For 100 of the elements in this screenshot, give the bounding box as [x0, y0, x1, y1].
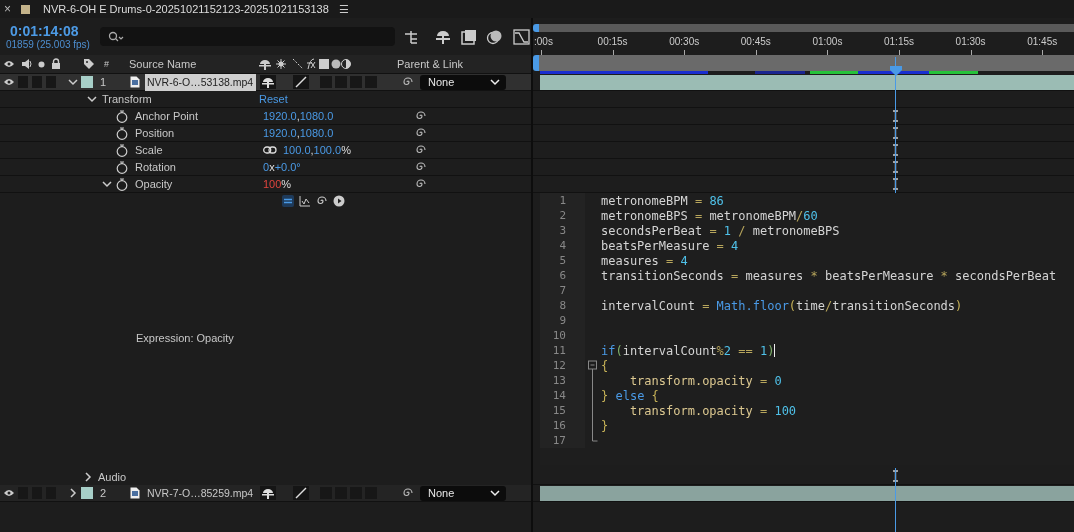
stopwatch-icon[interactable] — [116, 160, 128, 174]
source-name-column-header[interactable]: Source Name — [129, 58, 259, 70]
shy-switch-icon[interactable] — [260, 75, 276, 89]
timecode[interactable]: 0:01:14:08 — [10, 22, 96, 39]
tag-icon[interactable] — [83, 58, 95, 70]
search-field[interactable] — [100, 27, 395, 46]
ruler-label: 01:30s — [955, 36, 986, 47]
stopwatch-icon[interactable] — [116, 177, 128, 191]
code-line: transform.opacity = 100 — [628, 403, 797, 418]
lock-icon[interactable] — [51, 58, 61, 70]
pick-whip-icon[interactable] — [415, 127, 427, 139]
expression-label: Expression: Opacity — [136, 332, 234, 344]
graph-editor-icon[interactable] — [513, 28, 531, 45]
group-label: Transform — [102, 93, 153, 105]
pick-whip-icon[interactable] — [415, 144, 427, 156]
layer-track-bar[interactable] — [540, 74, 1074, 90]
label-color-swatch[interactable] — [81, 76, 93, 88]
search-icon — [108, 30, 124, 43]
label-color-swatch[interactable] — [81, 487, 93, 499]
pick-whip-icon[interactable] — [402, 487, 414, 499]
chain-link-icon[interactable] — [263, 146, 277, 154]
solo-icon[interactable] — [38, 60, 45, 68]
caret-icon[interactable] — [87, 94, 97, 104]
pick-whip-icon[interactable] — [415, 161, 427, 173]
film-icon[interactable] — [461, 28, 477, 45]
toggle-box[interactable] — [350, 76, 362, 88]
ruler-label: 01:00s — [812, 36, 843, 47]
line-number: 8 — [540, 298, 585, 313]
time-ruler[interactable]: :00s 00:15s 00:30s 00:45s 01:00s 01:15s 01:30s 01:45s — [533, 32, 1074, 55]
code-line: if(intervalCount%2 == 1) — [601, 343, 775, 358]
line-number: 13 — [540, 373, 585, 388]
playhead-handle-icon[interactable] — [890, 66, 902, 76]
code-line: beatsPerMeasure = 4 — [601, 238, 739, 253]
property-value[interactable]: 100.0,100.0% — [283, 144, 351, 156]
toggle-box[interactable] — [46, 76, 56, 88]
caret-icon[interactable] — [102, 179, 112, 189]
close-button[interactable]: × — [4, 2, 14, 16]
flowchart-icon[interactable] — [404, 29, 420, 44]
toggle-box[interactable] — [335, 76, 347, 88]
toggle-box[interactable] — [18, 76, 28, 88]
property-value[interactable]: 100% — [263, 178, 292, 190]
code-line: } — [601, 418, 609, 433]
pick-whip-icon[interactable] — [316, 194, 328, 207]
shy-icon[interactable] — [434, 29, 452, 44]
property-name: Opacity — [135, 178, 174, 190]
code-line: metronomeBPM = 86 — [601, 193, 724, 208]
toggle-box[interactable] — [32, 76, 42, 88]
pick-whip-icon[interactable] — [415, 110, 427, 122]
line-number: 2 — [540, 208, 585, 223]
ruler-label: :00s — [534, 36, 553, 47]
code-line: { — [601, 358, 609, 373]
fold-toggle-icon[interactable] — [587, 358, 598, 373]
shy-switch-icon[interactable] — [260, 486, 276, 500]
caret-icon[interactable] — [68, 77, 78, 87]
stopwatch-icon[interactable] — [116, 109, 128, 123]
panel-title[interactable]: NVR-6-OH E Drums-0-20251021152123-20251021153138 — [43, 3, 329, 15]
line-number: 7 — [540, 283, 585, 298]
code-line: transform.opacity = 0 — [628, 373, 782, 388]
toggle-box[interactable] — [365, 76, 377, 88]
parent-column-header[interactable]: Parent & Link — [397, 58, 464, 70]
motion-blur-icon[interactable] — [486, 28, 504, 45]
chevron-icon — [490, 489, 500, 497]
layer-track-bar[interactable] — [540, 485, 1074, 501]
caret-icon[interactable] — [68, 488, 78, 498]
parent-dropdown[interactable]: None — [420, 74, 506, 90]
quality-switch-icon[interactable] — [293, 486, 309, 500]
chevron-icon — [490, 78, 500, 86]
eye-icon[interactable] — [3, 77, 15, 87]
quality-switch-icon[interactable] — [293, 75, 309, 89]
menu-button[interactable]: ☰ — [338, 2, 349, 16]
property-value[interactable]: 0x+0.0° — [263, 161, 301, 173]
caret-icon[interactable] — [83, 471, 93, 482]
ruler-label: 00:30s — [669, 36, 700, 47]
line-number: 5 — [540, 253, 585, 268]
group-label: Audio — [98, 470, 128, 483]
layer-name[interactable]: NVR-7-O…85259.mp4 — [145, 484, 256, 502]
code-line: } else { — [601, 388, 659, 403]
ruler-label: 01:15s — [884, 36, 914, 47]
stopwatch-icon[interactable] — [116, 126, 128, 140]
number-column-header[interactable]: # — [104, 59, 129, 69]
reset-link[interactable]: Reset — [259, 93, 288, 105]
speaker-icon[interactable] — [21, 58, 32, 70]
code-line: secondsPerBeat = 1 / metronomeBPS — [601, 223, 840, 238]
play-icon[interactable] — [333, 194, 345, 207]
property-name: Scale — [135, 144, 164, 156]
pick-whip-icon[interactable] — [415, 178, 427, 190]
frame-info: 01859 (25.003 fps) — [6, 38, 91, 51]
property-value[interactable]: 1920.0,1080.0 — [263, 110, 334, 122]
toggle-box[interactable] — [320, 76, 332, 88]
enable-expression-icon[interactable] — [282, 194, 294, 207]
composition-icon — [21, 4, 30, 14]
property-value[interactable]: 1920.0,1080.0 — [263, 127, 334, 139]
eye-icon[interactable] — [3, 59, 15, 69]
eye-icon[interactable] — [3, 488, 15, 498]
pick-whip-icon[interactable] — [402, 76, 414, 88]
graph-icon[interactable] — [299, 194, 311, 207]
parent-dropdown[interactable]: None — [420, 485, 506, 501]
stopwatch-icon[interactable] — [116, 143, 128, 157]
line-number: 15 — [540, 403, 585, 418]
line-number: 16 — [540, 418, 585, 433]
